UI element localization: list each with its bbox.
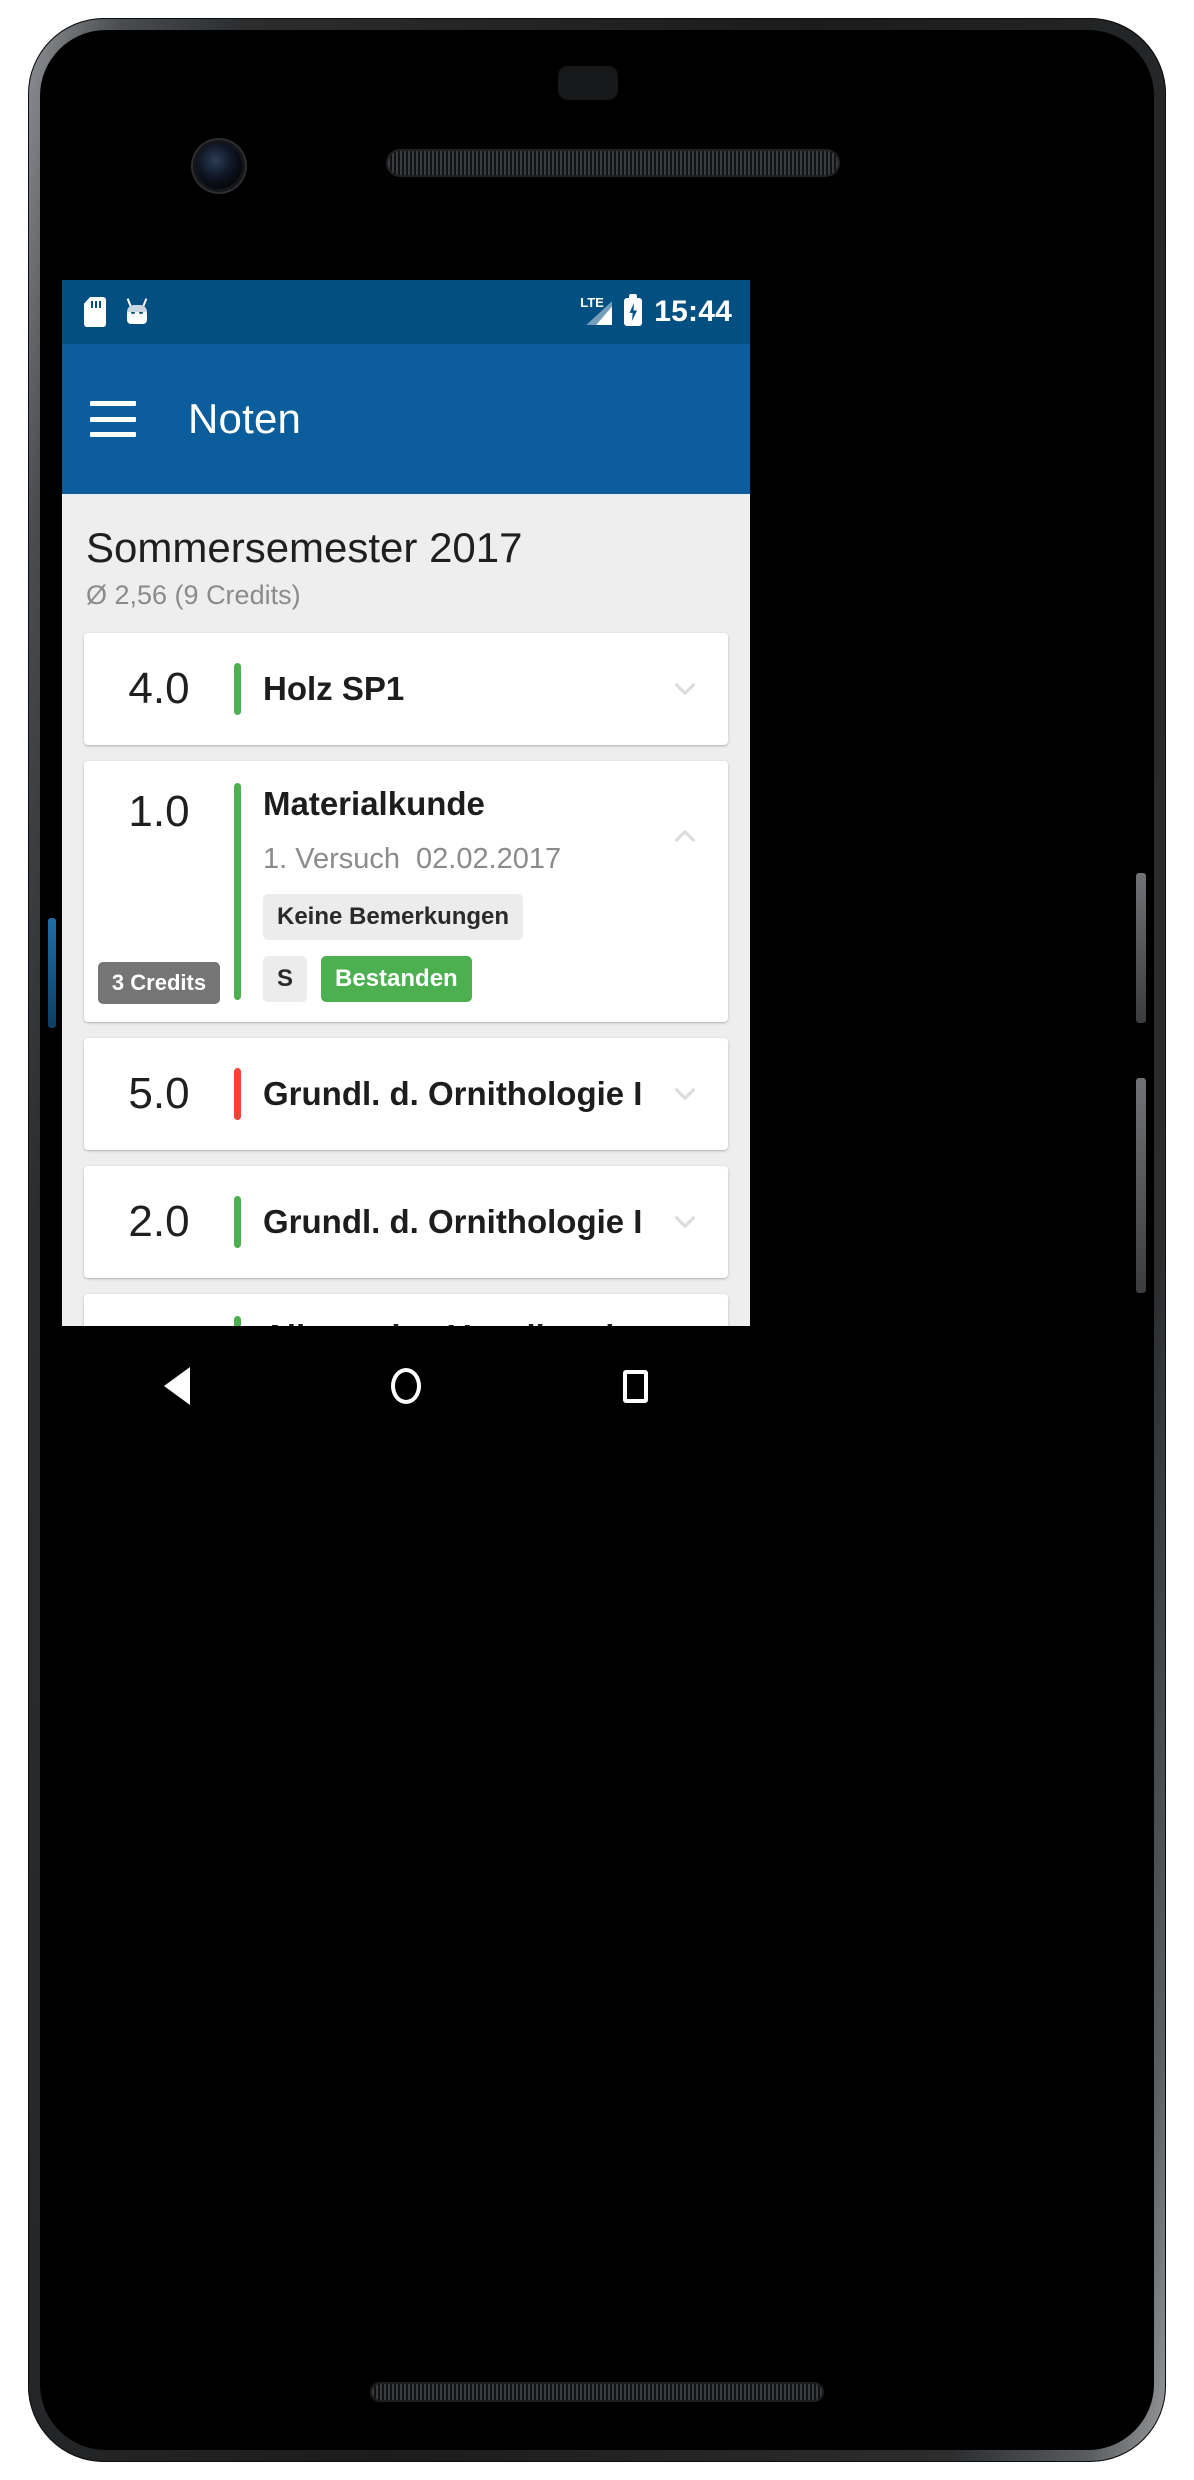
status-badge: Bestanden: [321, 956, 472, 1002]
course-grade: 2.0: [128, 1196, 190, 1246]
chevron-up-icon[interactable]: [668, 819, 702, 853]
grade-accent-bar: [234, 1316, 241, 1326]
chevron-down-icon[interactable]: [668, 1205, 702, 1239]
app-bar: Noten: [62, 344, 750, 494]
attempt-row: 1. Versuch 02.02.2017: [263, 843, 648, 876]
chevron-down-icon[interactable]: [668, 672, 702, 706]
grade-accent-bar: [234, 1068, 241, 1120]
course-name: Holz SP1: [263, 670, 405, 707]
status-chips: S Bestanden: [263, 956, 648, 1002]
home-circle-icon[interactable]: [384, 1364, 428, 1408]
course-grade: 1.0: [128, 787, 190, 836]
grade-accent-bar: [234, 783, 241, 1000]
status-bar-clock: 15:44: [654, 295, 732, 328]
semester-header: Sommersemester 2017 Ø 2,56 (9 Credits): [62, 494, 750, 633]
recents-square-icon[interactable]: [613, 1364, 657, 1408]
course-name: Grundl. d. Ornithologie I: [263, 1075, 643, 1112]
semester-title: Sommersemester 2017: [86, 524, 523, 571]
course-name: Grundl. d. Ornithologie I: [263, 1203, 643, 1240]
network-label: LTE: [580, 295, 604, 310]
volume-button[interactable]: [1136, 1078, 1146, 1293]
course-card-left: 5.0: [84, 1038, 234, 1150]
exam-date: 02.02.2017: [416, 843, 562, 875]
credits-chip: 3 Credits: [97, 962, 221, 1004]
course-name: Materialkunde: [263, 785, 485, 822]
signal-icon: LTE: [580, 295, 613, 327]
android-bot-icon: [124, 297, 150, 327]
grade-accent-bar: [234, 663, 241, 715]
android-nav-bar: [62, 1326, 750, 1446]
assistant-button[interactable]: [48, 918, 56, 1028]
course-card-container: 4.0 Holz SP1 1.0 3 Credits Materialkunde 1. V…: [62, 633, 750, 1326]
course-card[interactable]: -/-0 CreditsAllgemeine Vogelkunde II1. V…: [84, 1294, 728, 1326]
course-card-left: 2.0: [84, 1166, 234, 1278]
course-card[interactable]: 5.0 Grundl. d. Ornithologie I: [84, 1038, 728, 1150]
exam-type-chip: S: [263, 956, 308, 1002]
screenshot-stage: LTE 15:44 Noten Sommersemester 2017 Ø 2,…: [0, 0, 1194, 2480]
remark-chips: Keine Bemerkungen: [263, 894, 648, 940]
back-triangle-icon[interactable]: [155, 1364, 199, 1408]
power-button[interactable]: [1136, 873, 1146, 1023]
hamburger-menu-icon[interactable]: [90, 401, 136, 437]
course-name: Allgemeine Vogelkunde II: [263, 1318, 648, 1326]
status-bar: LTE 15:44: [62, 280, 750, 344]
chevron-down-icon[interactable]: [668, 1077, 702, 1111]
status-bar-right-icons: LTE 15:44: [580, 294, 732, 329]
bottom-speaker-icon: [372, 2384, 822, 2400]
course-grade: 5.0: [128, 1068, 190, 1118]
course-card-body: Holz SP1: [241, 633, 728, 745]
grades-list[interactable]: Sommersemester 2017 Ø 2,56 (9 Credits) 4…: [62, 494, 750, 1326]
course-card-left: 1.0 3 Credits: [84, 761, 234, 1022]
phone-device-frame: LTE 15:44 Noten Sommersemester 2017 Ø 2,…: [28, 18, 1166, 2462]
course-card[interactable]: 2.0 Grundl. d. Ornithologie I: [84, 1166, 728, 1278]
semester-summary: Ø 2,56 (9 Credits): [86, 580, 301, 610]
phone-screen: LTE 15:44 Noten Sommersemester 2017 Ø 2,…: [62, 280, 750, 1326]
course-card-body: Grundl. d. Ornithologie I: [241, 1166, 728, 1278]
course-card-left: 4.0: [84, 633, 234, 745]
course-grade: 4.0: [128, 663, 190, 713]
course-card-body: Materialkunde 1. Versuch 02.02.2017 Keine B…: [241, 761, 728, 1022]
course-card-body: Grundl. d. Ornithologie I: [241, 1038, 728, 1150]
sd-card-icon: [84, 297, 106, 327]
battery-charging-icon: [624, 294, 643, 326]
earpiece-speaker-icon: [388, 151, 838, 175]
front-camera-icon: [196, 143, 242, 189]
proximity-sensor-icon: [558, 66, 618, 100]
page-title: Noten: [188, 395, 302, 442]
course-card[interactable]: 1.0 3 Credits Materialkunde 1. Versuch 02.02…: [84, 761, 728, 1022]
course-card-body: Allgemeine Vogelkunde II1. VersuchKein D…: [241, 1294, 728, 1326]
course-card-left: -/-0 Credits: [84, 1294, 234, 1326]
attempt-label: 1. Versuch: [263, 843, 401, 875]
course-card[interactable]: 4.0 Holz SP1: [84, 633, 728, 745]
status-bar-left-icons: [84, 297, 150, 327]
remark-chip: Keine Bemerkungen: [263, 894, 524, 940]
grade-accent-bar: [234, 1196, 241, 1248]
